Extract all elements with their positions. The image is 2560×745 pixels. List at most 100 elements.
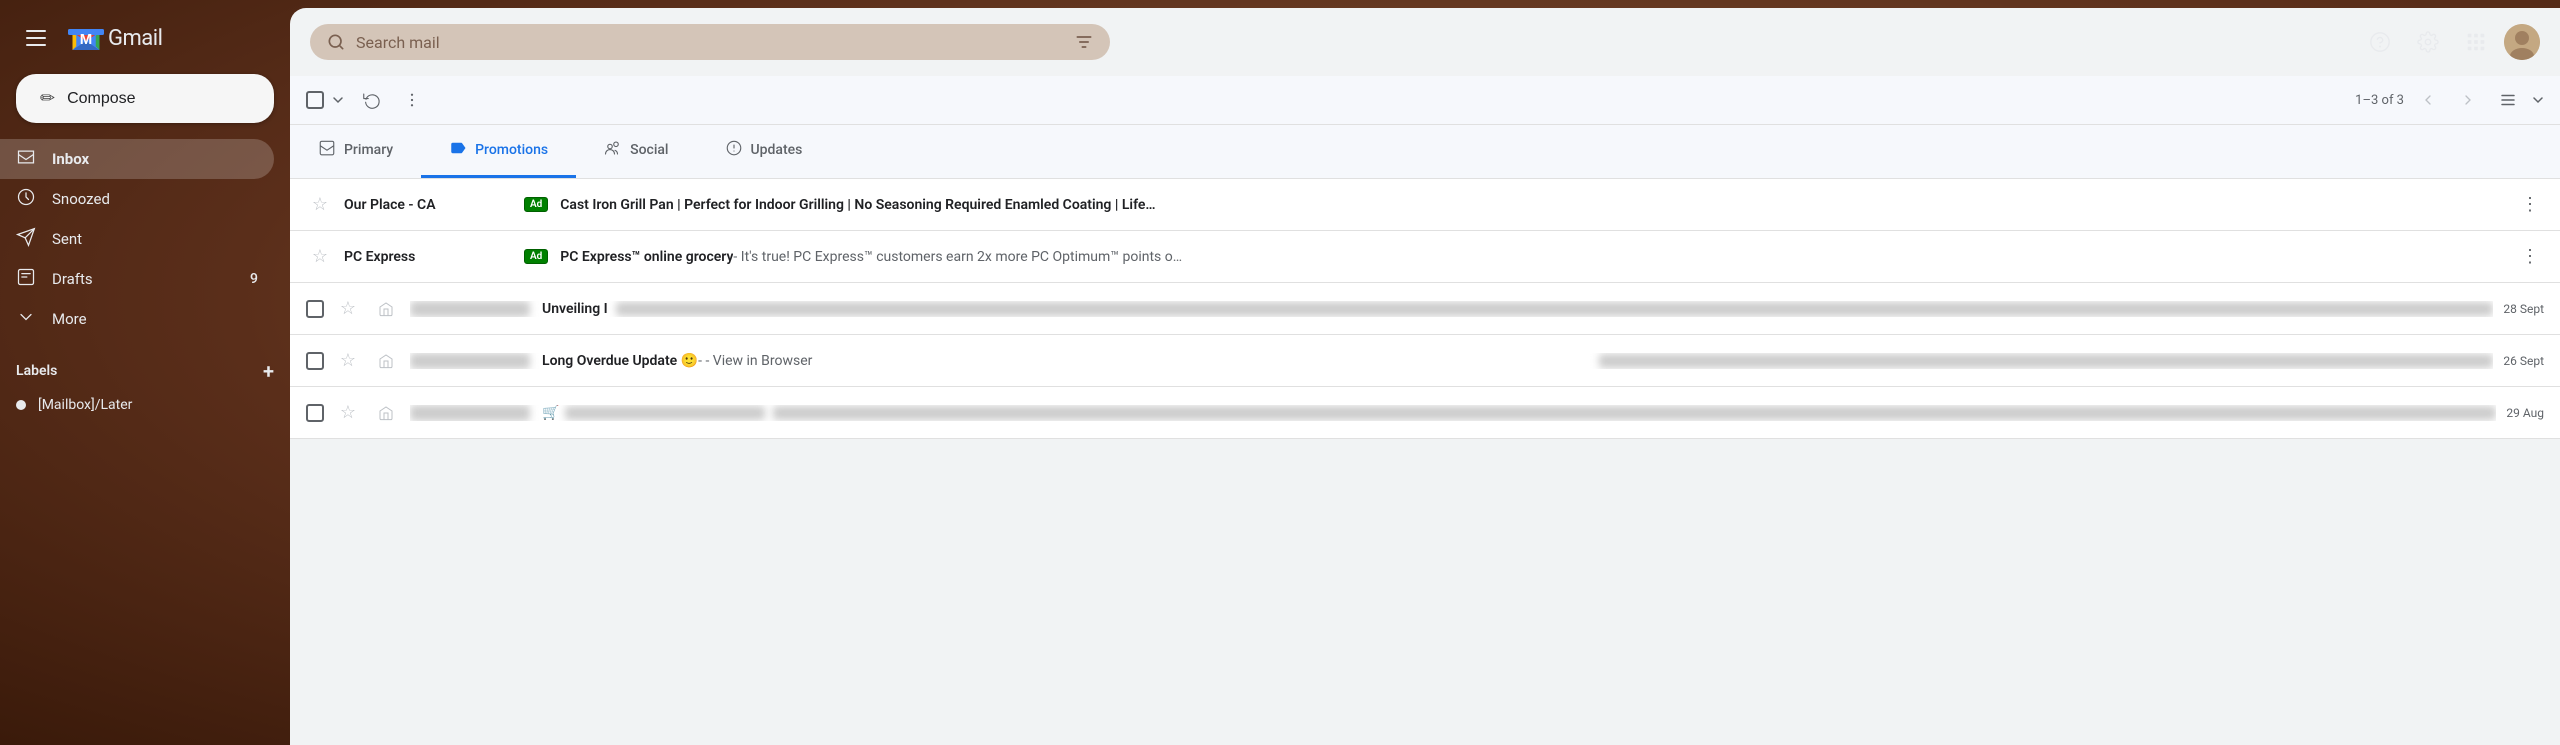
labels-section: Labels + — [0, 347, 290, 387]
main-area: 1–3 of 3 — [290, 8, 2560, 745]
email-content: PC Express Ad PC Express™ online grocery… — [344, 247, 2506, 266]
apps-button[interactable] — [2456, 22, 2496, 62]
more-chevron-icon — [16, 307, 36, 332]
email-content: Unveiling I — [410, 301, 2493, 317]
email-snippet-blurred — [616, 302, 2494, 316]
updates-tab-label: Updates — [751, 142, 803, 158]
sidebar-item-sent[interactable]: Sent — [0, 219, 274, 259]
next-page-button[interactable] — [2452, 84, 2484, 116]
ad-badge: Ad — [524, 249, 548, 264]
email-checkbox[interactable] — [306, 352, 324, 370]
drafts-badge: 9 — [250, 271, 258, 287]
social-tab-label: Social — [630, 142, 668, 158]
compose-button[interactable]: ✏ Compose — [16, 74, 274, 123]
help-button[interactable] — [2360, 22, 2400, 62]
email-snippet: - View in Browser — [698, 353, 1593, 369]
email-subject: Unveiling I — [542, 301, 608, 317]
gmail-label: Gmail — [108, 26, 162, 51]
email-sender-blurred — [410, 353, 530, 369]
sidebar-item-drafts[interactable]: Drafts 9 — [0, 259, 274, 299]
refresh-button[interactable] — [354, 82, 390, 118]
select-all-checkbox[interactable] — [306, 91, 324, 109]
email-more-button[interactable]: ⋮ — [2516, 191, 2544, 219]
email-row[interactable]: ☆ PC Express Ad PC Express™ online groce… — [290, 231, 2560, 283]
svg-text:M: M — [80, 31, 93, 48]
forward-button[interactable] — [372, 347, 400, 375]
hamburger-menu[interactable] — [16, 18, 56, 58]
email-row[interactable]: ☆ 🛒 29 Aug — [290, 387, 2560, 439]
gmail-logo: M Gmail — [68, 20, 162, 56]
tab-promotions[interactable]: Promotions — [421, 125, 576, 178]
ad-badge: Ad — [524, 197, 548, 212]
select-dropdown-button[interactable] — [326, 88, 350, 112]
email-count-text: 1–3 of 3 — [2355, 93, 2404, 108]
email-content: 🛒 — [410, 405, 2496, 421]
sent-label: Sent — [52, 230, 258, 248]
email-toolbar: 1–3 of 3 — [290, 76, 2560, 125]
tab-social[interactable]: Social — [576, 125, 696, 178]
primary-tab-label: Primary — [344, 142, 393, 158]
tab-updates[interactable]: Updates — [697, 125, 831, 178]
email-subject: PC Express™ online grocery — [560, 249, 733, 265]
email-list: ☆ Our Place - CA Ad Cast Iron Grill Pan … — [290, 179, 2560, 745]
email-count-area: 1–3 of 3 — [2355, 84, 2544, 116]
promotions-tab-icon — [449, 139, 467, 161]
email-checkbox[interactable] — [306, 404, 324, 422]
star-button[interactable]: ☆ — [334, 295, 362, 323]
email-sender — [410, 301, 530, 317]
label-item-label: [Mailbox]/Later — [38, 397, 132, 413]
snoozed-icon — [16, 187, 36, 212]
header-top: M Gmail — [0, 10, 290, 74]
star-button[interactable]: ☆ — [306, 243, 334, 271]
email-date: 26 Sept — [2503, 354, 2544, 368]
more-options-button[interactable] — [394, 82, 430, 118]
primary-tab-icon — [318, 139, 336, 161]
top-bar — [290, 8, 2560, 76]
email-snippet-blurred — [1599, 354, 2494, 368]
star-button[interactable]: ☆ — [334, 347, 362, 375]
email-content: Our Place - CA Ad Cast Iron Grill Pan | … — [344, 195, 2506, 214]
more-label: More — [52, 310, 258, 328]
email-subject: Long Overdue Update 🙂 — [542, 353, 698, 369]
email-subject: Cast Iron Grill Pan | Perfect for Indoor… — [560, 197, 1155, 213]
add-label-button[interactable]: + — [263, 359, 274, 383]
star-button[interactable]: ☆ — [306, 191, 334, 219]
compose-icon: ✏ — [40, 88, 55, 109]
email-subject-blurred — [565, 406, 765, 420]
email-more-button[interactable]: ⋮ — [2516, 243, 2544, 271]
density-chevron-icon — [2532, 94, 2544, 106]
tab-primary[interactable]: Primary — [290, 125, 421, 178]
settings-button[interactable] — [2408, 22, 2448, 62]
inbox-icon — [16, 147, 36, 172]
sidebar-item-more[interactable]: More — [0, 299, 274, 339]
email-checkbox[interactable] — [306, 300, 324, 318]
filter-icon[interactable] — [1074, 32, 1094, 52]
search-container — [310, 24, 1110, 60]
email-content: Long Overdue Update 🙂 - View in Browser — [410, 353, 2493, 369]
top-right-icons — [2360, 22, 2540, 62]
user-avatar[interactable] — [2504, 24, 2540, 60]
email-row[interactable]: ☆ Unveiling I 28 Sept — [290, 283, 2560, 335]
email-snippet-blurred — [773, 406, 2496, 420]
labels-title: Labels — [16, 363, 57, 379]
compose-label: Compose — [67, 90, 135, 108]
drafts-label: Drafts — [52, 270, 234, 288]
m-logo-icon: M — [68, 20, 104, 56]
label-color-dot — [16, 400, 26, 410]
email-date: 29 Aug — [2506, 406, 2544, 420]
forward-button[interactable] — [372, 295, 400, 323]
forward-button[interactable] — [372, 399, 400, 427]
prev-page-button[interactable] — [2412, 84, 2444, 116]
social-tab-icon — [604, 139, 622, 161]
sidebar-item-snoozed[interactable]: Snoozed — [0, 179, 274, 219]
search-input[interactable] — [356, 33, 1064, 52]
star-button[interactable]: ☆ — [334, 399, 362, 427]
email-sender: Our Place - CA — [344, 197, 524, 213]
email-row[interactable]: ☆ Our Place - CA Ad Cast Iron Grill Pan … — [290, 179, 2560, 231]
sidebar-item-inbox[interactable]: Inbox — [0, 139, 274, 179]
label-item-mailbox-later[interactable]: [Mailbox]/Later — [0, 387, 274, 423]
density-button[interactable] — [2492, 84, 2524, 116]
email-row[interactable]: ☆ Long Overdue Update 🙂 - View in Browse… — [290, 335, 2560, 387]
email-snippet: It's true! PC Express™ customers earn 2x… — [733, 249, 2506, 265]
inbox-label: Inbox — [52, 150, 258, 168]
